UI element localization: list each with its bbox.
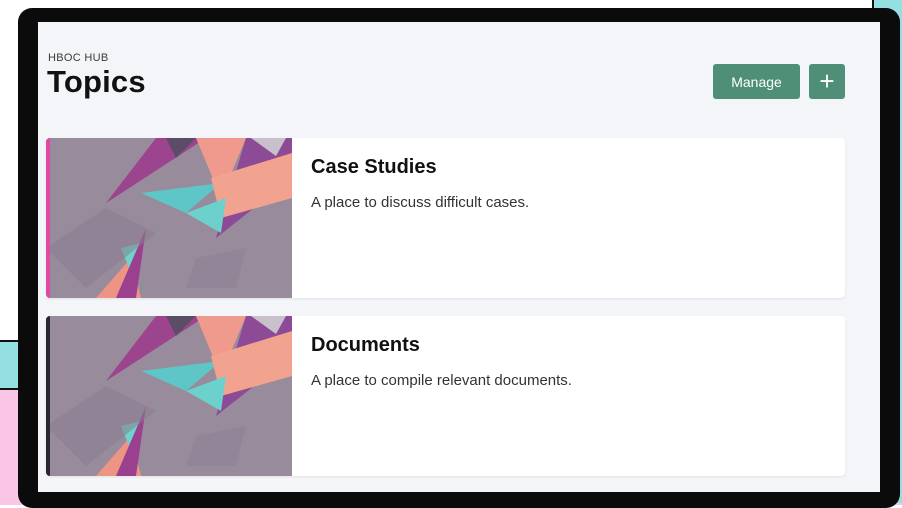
topic-card-documents[interactable]: Documents A place to compile relevant do… — [46, 316, 845, 476]
topic-title[interactable]: Case Studies — [311, 156, 437, 179]
app-overline: HBOC HUB — [48, 52, 109, 64]
device-frame: HBOC HUB Topics Manage + Case Studies A … — [18, 8, 900, 508]
topic-card-case-studies[interactable]: Case Studies A place to discuss difficul… — [46, 138, 845, 298]
topic-accent-bar — [46, 138, 50, 298]
app-screen: HBOC HUB Topics Manage + Case Studies A … — [38, 22, 880, 492]
manage-button[interactable]: Manage — [713, 64, 800, 99]
topic-description: A place to compile relevant documents. — [311, 372, 572, 389]
page-title: Topics — [47, 64, 146, 99]
topic-description: A place to discuss difficult cases. — [311, 194, 530, 211]
topic-thumbnail — [46, 316, 292, 476]
topic-accent-bar — [46, 316, 50, 476]
plus-icon: + — [819, 66, 835, 96]
topic-thumbnail — [46, 138, 292, 298]
add-topic-button[interactable]: + — [809, 64, 845, 99]
topic-title[interactable]: Documents — [311, 334, 420, 357]
